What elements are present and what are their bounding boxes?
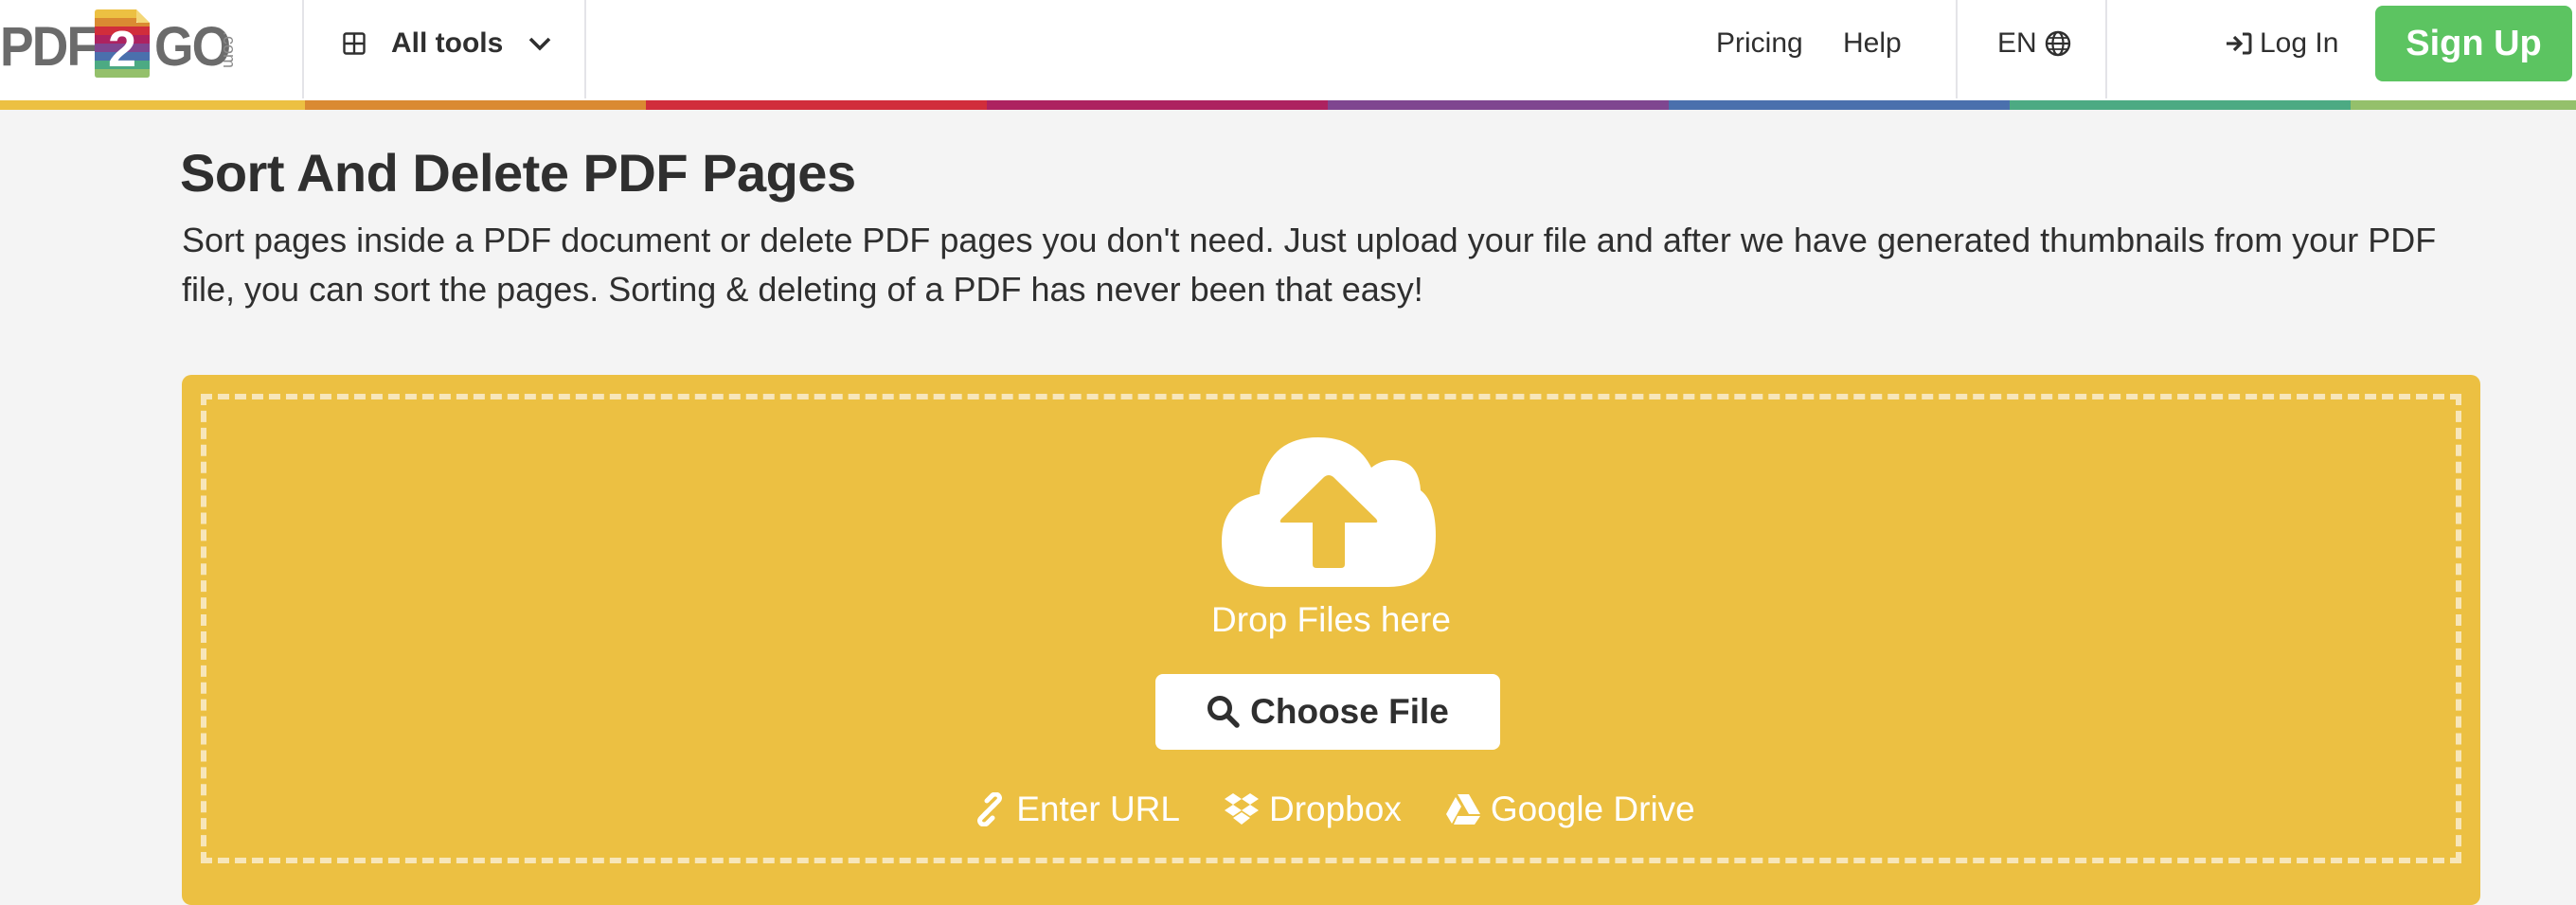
- sign-up-label: Sign Up: [2406, 23, 2542, 63]
- header-divider: [302, 0, 304, 98]
- chevron-down-icon: [529, 37, 551, 51]
- pdf2go-logo[interactable]: PDF 2 GO .com: [0, 8, 246, 83]
- login-label: Log In: [2260, 27, 2339, 59]
- login-link[interactable]: Log In: [2226, 0, 2338, 87]
- sign-in-icon: [2227, 32, 2252, 55]
- all-tools-menu[interactable]: All tools: [343, 0, 551, 87]
- search-icon: [1208, 696, 1240, 728]
- header-divider: [1956, 0, 1958, 98]
- nav-link-label: Help: [1843, 27, 1902, 59]
- google-drive-button[interactable]: Google Drive: [1445, 790, 1695, 829]
- choose-file-label: Choose File: [1250, 692, 1449, 731]
- svg-text:2: 2: [108, 21, 136, 78]
- dropbox-button[interactable]: Dropbox: [1224, 790, 1402, 829]
- page-description: Sort pages inside a PDF document or dele…: [182, 221, 2437, 309]
- color-bar-segment: [987, 100, 1328, 110]
- top-navigation-bar: PDF 2 GO .com All tools Pricing Help EN …: [0, 0, 2576, 100]
- header-divider: [584, 0, 586, 98]
- enter-url-button[interactable]: Enter URL: [973, 790, 1180, 829]
- cloud-upload-icon: [1222, 437, 1436, 587]
- all-tools-label: All tools: [391, 27, 504, 59]
- language-selector[interactable]: EN: [1997, 0, 2071, 87]
- logo-text-com: .com: [220, 30, 240, 69]
- dropbox-icon: [1224, 793, 1259, 825]
- enter-url-label: Enter URL: [1016, 790, 1180, 828]
- file-dropzone[interactable]: Drop Files here Choose File Enter URL Dr…: [182, 375, 2480, 905]
- upload-sources: Enter URL Dropbox Google Drive: [182, 790, 2480, 829]
- dropbox-label: Dropbox: [1268, 790, 1402, 828]
- nav-link-label: Pricing: [1716, 27, 1803, 59]
- link-icon: [977, 792, 1003, 826]
- grid-icon: [343, 32, 366, 55]
- language-label: EN: [1997, 27, 2037, 59]
- color-bar-segment: [646, 100, 987, 110]
- header-divider: [2105, 0, 2107, 98]
- choose-file-button[interactable]: Choose File: [1155, 674, 1500, 750]
- color-bar-segment: [1669, 100, 2010, 110]
- color-bar-segment: [0, 100, 305, 110]
- color-bar-segment: [2351, 100, 2576, 110]
- drop-files-text: Drop Files here: [1211, 600, 1451, 639]
- sign-up-button[interactable]: Sign Up: [2375, 6, 2572, 81]
- nav-link-help[interactable]: Help: [1843, 0, 1902, 87]
- page-title: Sort And Delete PDF Pages: [180, 143, 856, 203]
- color-bar-segment: [1328, 100, 1669, 110]
- brand-color-bar: [0, 100, 2576, 110]
- globe-icon: [2045, 30, 2070, 57]
- nav-link-pricing[interactable]: Pricing: [1716, 0, 1803, 87]
- color-bar-segment: [305, 100, 646, 110]
- google-drive-label: Google Drive: [1490, 790, 1695, 828]
- color-bar-segment: [2010, 100, 2351, 110]
- logo-text-pdf: PDF: [0, 16, 98, 78]
- logo-document-icon: 2: [95, 9, 150, 78]
- google-drive-icon: [1445, 794, 1480, 825]
